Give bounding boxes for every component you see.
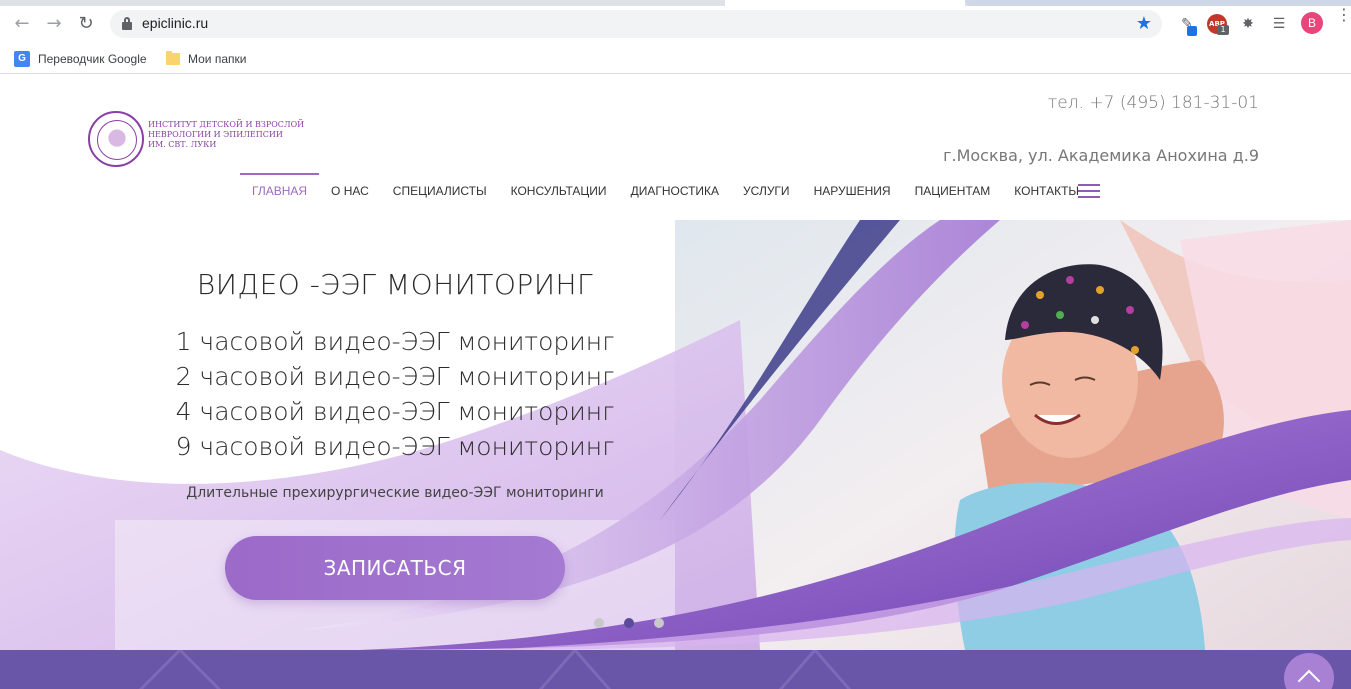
main-nav: ГЛАВНАЯ О НАС СПЕЦИАЛИСТЫ КОНСУЛЬТАЦИИ Д…	[240, 173, 1091, 209]
google-translate-icon: G	[14, 51, 30, 67]
section-band	[0, 648, 1351, 689]
url-text[interactable]: epiclinic.ru	[142, 15, 208, 31]
bookmark-star-icon[interactable]: ★	[1136, 13, 1152, 34]
logo-line: НЕВРОЛОГИИ И ЭПИЛЕПСИИ	[148, 130, 283, 139]
logo-text: ИНСТИТУТ ДЕТСКОЙ И ВЗРОСЛОЙ НЕВРОЛОГИИ И…	[148, 120, 304, 150]
extensions-puzzle-icon[interactable]: ✸	[1238, 14, 1258, 34]
address-bar[interactable]: epiclinic.ru ★	[110, 10, 1162, 38]
browser-chrome: ← → ↻ epiclinic.ru ★ ✎ ABP ✸ ☰ 1 B ⋮	[0, 0, 1351, 44]
extension-badge	[1187, 26, 1197, 36]
slider-pagination	[594, 618, 664, 628]
nav-item-specialists[interactable]: СПЕЦИАЛИСТЫ	[381, 173, 499, 209]
hero-service-line: 4 часовой видео-ЭЭГ мониторинг	[175, 397, 615, 426]
nav-item-services[interactable]: УСЛУГИ	[731, 173, 802, 209]
nav-item-about[interactable]: О НАС	[319, 173, 381, 209]
signup-button[interactable]: ЗАПИСАТЬСЯ	[225, 536, 565, 600]
hero-service-line: 2 часовой видео-ЭЭГ мониторинг	[175, 362, 615, 391]
hero-service-line: 1 часовой видео-ЭЭГ мониторинг	[175, 327, 615, 356]
logo-line: ИМ. СВТ. ЛУКИ	[148, 140, 217, 149]
nav-item-disorders[interactable]: НАРУШЕНИЯ	[802, 173, 903, 209]
forward-arrow-icon[interactable]: →	[44, 14, 64, 34]
profile-avatar[interactable]: B	[1301, 12, 1323, 34]
phone-number[interactable]: тел. +7 (495) 181-31-01	[1048, 93, 1259, 113]
hamburger-menu-icon[interactable]	[1078, 183, 1100, 199]
browser-menu-icon[interactable]: ⋮	[1336, 7, 1351, 32]
hero-service-line: 9 часовой видео-ЭЭГ мониторинг	[175, 432, 615, 461]
lock-icon[interactable]	[122, 17, 132, 30]
slider-dot-active[interactable]	[624, 618, 634, 628]
bookmark-my-folders[interactable]: Мои папки	[166, 49, 246, 69]
folder-icon	[166, 51, 180, 65]
slider-dot[interactable]	[654, 618, 664, 628]
logo-line: ИНСТИТУТ ДЕТСКОЙ И ВЗРОСЛОЙ	[148, 120, 305, 129]
logo-seal-icon	[88, 111, 144, 167]
nav-item-home[interactable]: ГЛАВНАЯ	[240, 173, 320, 209]
bookmark-label: Мои папки	[188, 52, 247, 66]
adblock-count-badge: 1	[1217, 25, 1229, 35]
browser-toolbar: ← → ↻ epiclinic.ru ★ ✎ ABP ✸ ☰	[0, 6, 1351, 44]
nav-item-diagnostics[interactable]: ДИАГНОСТИКА	[619, 173, 731, 209]
band-pattern	[138, 648, 852, 689]
hero-slider: ВИДЕО -ЭЭГ МОНИТОРИНГ 1 часовой видео-ЭЭ…	[0, 220, 1351, 650]
bookmarks-bar: G Переводчик Google Мои папки	[0, 44, 1351, 74]
hero-service-list: 1 часовой видео-ЭЭГ мониторинг 2 часовой…	[130, 324, 660, 464]
hero-subtitle: Длительные прехирургические видео-ЭЭГ мо…	[186, 485, 604, 501]
media-queue-icon[interactable]: ☰	[1269, 14, 1289, 34]
clinic-address: г.Москва, ул. Академика Анохина д.9	[943, 146, 1259, 165]
web-page: ИНСТИТУТ ДЕТСКОЙ И ВЗРОСЛОЙ НЕВРОЛОГИИ И…	[0, 75, 1351, 689]
clinic-logo[interactable]: ИНСТИТУТ ДЕТСКОЙ И ВЗРОСЛОЙ НЕВРОЛОГИИ И…	[88, 111, 304, 169]
nav-item-consultations[interactable]: КОНСУЛЬТАЦИИ	[499, 173, 619, 209]
slider-dot[interactable]	[594, 618, 604, 628]
reload-icon[interactable]: ↻	[76, 14, 96, 34]
hero-title: ВИДЕО -ЭЭГ МОНИТОРИНГ	[196, 268, 594, 301]
nav-item-patients[interactable]: ПАЦИЕНТАМ	[903, 173, 1003, 209]
bookmark-label: Переводчик Google	[38, 52, 147, 66]
bookmark-google-translate[interactable]: G Переводчик Google	[14, 49, 147, 69]
back-arrow-icon[interactable]: ←	[12, 14, 32, 34]
